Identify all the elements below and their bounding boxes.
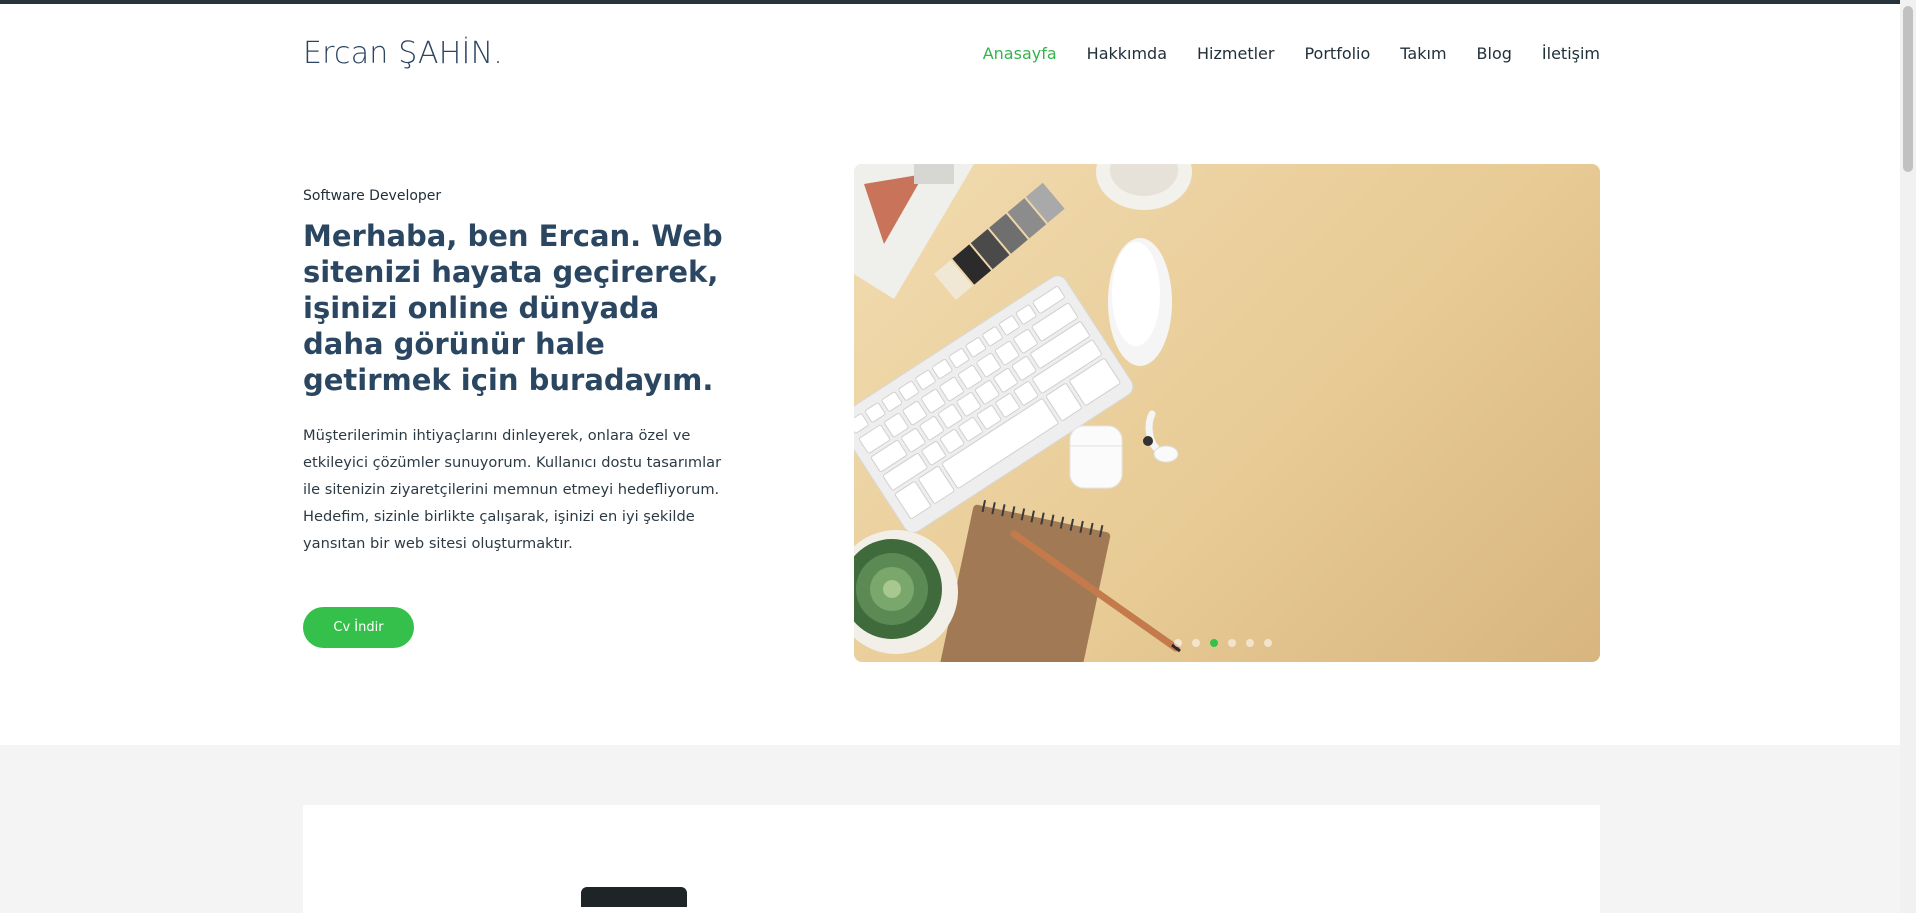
slider-dot-3[interactable] [1210, 639, 1218, 647]
lower-section [0, 745, 1900, 913]
nav-item-takim[interactable]: Takım [1400, 44, 1446, 63]
slider-dot-6[interactable] [1264, 639, 1272, 647]
hero-headline: Merhaba, ben Ercan. Web sitenizi hayata … [303, 219, 723, 397]
notebook-image [939, 500, 1111, 662]
slider-dot-1[interactable] [1174, 639, 1182, 647]
main-nav: Anasayfa Hakkımda Hizmetler Portfolio Ta… [953, 44, 1600, 63]
slider-dot-4[interactable] [1228, 639, 1236, 647]
hero-lead: Müşterilerimin ihtiyaçlarını dinleyerek,… [303, 427, 722, 552]
succulent-plant-image [854, 530, 958, 654]
card-tab-strip [581, 887, 687, 907]
nav-item-anasayfa[interactable]: Anasayfa [983, 44, 1057, 63]
page: Ercan ŞAHİN. Anasayfa Hakkımda Hizmetler… [0, 0, 1916, 913]
desk-photo-illustration [854, 164, 1192, 662]
hero-text: Software Developer Merhaba, ben Ercan. W… [303, 188, 723, 557]
scrollbar-thumb[interactable] [1903, 6, 1913, 172]
slider-dot-5[interactable] [1246, 639, 1254, 647]
nav-item-portfolio[interactable]: Portfolio [1304, 44, 1370, 63]
earbuds-image [1069, 410, 1179, 489]
site-header: Ercan ŞAHİN. Anasayfa Hakkımda Hizmetler… [0, 4, 1900, 104]
cv-download-button[interactable]: Cv İndir [303, 607, 414, 648]
coffee-cup-image [1096, 164, 1192, 210]
nav-item-iletisim[interactable]: İletişim [1542, 44, 1600, 63]
hero-image-slider[interactable] [854, 164, 1600, 662]
keyboard-image [854, 275, 1134, 534]
nav-item-hizmetler[interactable]: Hizmetler [1197, 44, 1274, 63]
brand-logo[interactable]: Ercan ŞAHİN. [303, 36, 503, 71]
slider-dot-2[interactable] [1192, 639, 1200, 647]
slider-dots [1174, 639, 1272, 647]
nav-item-hakkimda[interactable]: Hakkımda [1087, 44, 1167, 63]
hero-subtitle: Software Developer [303, 188, 442, 204]
mouse-image [1108, 238, 1172, 366]
nav-item-blog[interactable]: Blog [1477, 44, 1512, 63]
lower-content-card [303, 805, 1600, 913]
page-scrollbar[interactable] [1900, 0, 1916, 913]
